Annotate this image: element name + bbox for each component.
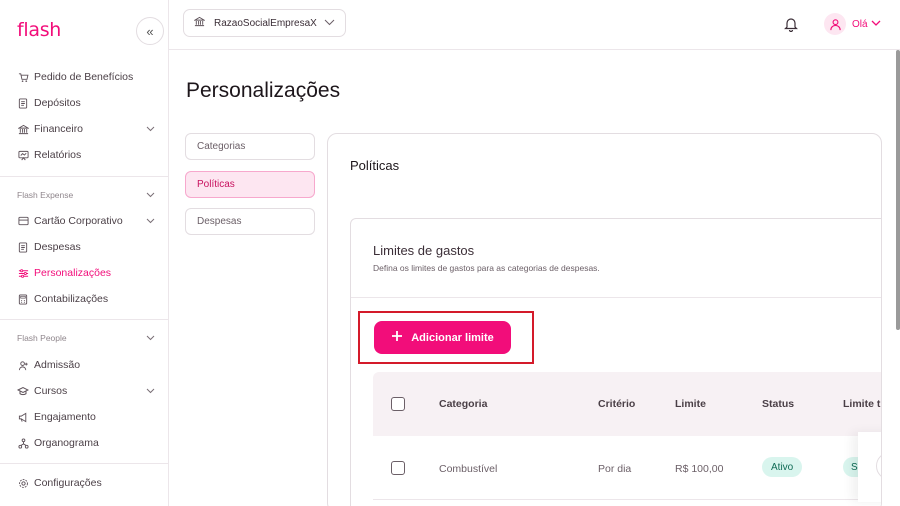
sidebar-item-pedido-beneficios[interactable]: Pedido de Benefícios — [17, 68, 157, 86]
sidebar-item-admissao[interactable]: Admissão — [17, 356, 157, 374]
chevron-down-icon — [146, 216, 155, 226]
sidebar-item-label: Contabilizações — [34, 293, 109, 305]
row-actions-column — [858, 432, 881, 502]
sidebar-item-despesas[interactable]: Despesas — [17, 238, 157, 256]
bell-icon[interactable] — [783, 16, 799, 33]
receipt-icon — [17, 97, 29, 109]
receipt-icon — [17, 241, 29, 253]
card-title: Limites de gastos — [373, 243, 475, 258]
sidebar-item-label: Organograma — [34, 437, 99, 449]
user-plus-icon — [17, 359, 29, 371]
more-options-button[interactable] — [876, 452, 881, 480]
sidebar-item-engajamento[interactable]: Engajamento — [17, 408, 157, 426]
sidebar-item-configuracoes[interactable]: Configurações — [17, 474, 157, 492]
flash-logo[interactable]: flash — [17, 19, 61, 41]
sidebar-item-cartao-corporativo[interactable]: Cartão Corporativo — [17, 212, 157, 230]
add-limit-label: Adicionar limite — [411, 331, 494, 344]
header-criterio[interactable]: Critério — [598, 398, 635, 410]
calculator-icon — [17, 293, 29, 305]
sidebar-item-label: Financeiro — [34, 123, 84, 135]
header-limite[interactable]: Limite — [675, 398, 706, 410]
tab-despesas[interactable]: Despesas — [185, 208, 315, 235]
user-greeting: Olá — [852, 18, 868, 30]
section-flash-people[interactable]: Flash People — [17, 333, 157, 343]
chevron-down-icon — [146, 124, 155, 134]
sidebar-item-contabilizacoes[interactable]: Contabilizações — [17, 290, 157, 308]
page-scrollbar[interactable] — [896, 50, 900, 330]
collapse-sidebar-button[interactable]: « — [136, 17, 164, 45]
user-menu[interactable]: Olá — [824, 13, 881, 35]
plus-icon — [391, 329, 403, 347]
section-label: Flash People — [17, 333, 67, 343]
tab-politicas[interactable]: Políticas — [185, 171, 315, 198]
company-name: RazaoSocialEmpresaX — [214, 17, 317, 29]
top-bar: RazaoSocialEmpresaX Olá — [169, 0, 900, 50]
bank-icon — [17, 123, 29, 135]
add-limit-button[interactable]: Adicionar limite — [374, 321, 511, 354]
section-label: Flash Expense — [17, 190, 74, 200]
sidebar-item-label: Cursos — [34, 385, 68, 397]
org-chart-icon — [17, 437, 29, 449]
chevron-down-icon — [146, 333, 155, 343]
sidebar-item-organograma[interactable]: Organograma — [17, 434, 157, 452]
cell-categoria: Combustível — [439, 463, 498, 475]
cell-criterio: Por dia — [598, 463, 632, 475]
card-icon — [17, 215, 29, 227]
sidebar-item-label: Engajamento — [34, 411, 96, 423]
sidebar-item-label: Configurações — [34, 477, 102, 489]
chevron-down-icon — [146, 386, 155, 396]
sidebar-item-label: Despesas — [34, 241, 81, 253]
select-all-checkbox[interactable] — [391, 397, 405, 411]
sidebar: flash « Pedido de Benefícios Depósitos F… — [0, 0, 169, 506]
limits-table: Categoria Critério Limite Status Limite … — [373, 372, 881, 506]
sidebar-item-relatorios[interactable]: Relatórios — [17, 146, 157, 164]
graduation-icon — [17, 385, 29, 397]
table-header: Categoria Critério Limite Status Limite … — [373, 372, 881, 436]
chevron-down-icon — [146, 190, 155, 200]
sliders-icon — [17, 267, 29, 279]
card-description: Defina os limites de gastos para as cate… — [373, 263, 600, 273]
avatar — [824, 13, 846, 35]
policies-panel: Políticas Limites de gastos Defina os li… — [327, 133, 882, 506]
header-categoria[interactable]: Categoria — [439, 398, 487, 410]
sidebar-item-financeiro[interactable]: Financeiro — [17, 120, 157, 138]
company-selector[interactable]: RazaoSocialEmpresaX — [183, 9, 346, 37]
sidebar-item-label: Depósitos — [34, 97, 81, 109]
table-row: Combustível Por dia R$ 100,00 Ativo Si — [373, 436, 881, 500]
header-status[interactable]: Status — [762, 398, 794, 410]
page-title: Personalizações — [186, 79, 341, 102]
sidebar-item-cursos[interactable]: Cursos — [17, 382, 157, 400]
user-icon — [829, 18, 841, 30]
sidebar-divider — [0, 463, 168, 464]
sidebar-item-label: Cartão Corporativo — [34, 215, 123, 227]
sidebar-divider — [0, 176, 168, 177]
sidebar-divider — [0, 319, 168, 320]
gear-icon — [17, 477, 29, 489]
cell-limite: R$ 100,00 — [675, 463, 724, 475]
cart-icon — [17, 71, 29, 83]
report-icon — [17, 149, 29, 161]
building-icon — [193, 16, 206, 30]
card-divider — [351, 297, 881, 298]
sidebar-item-label: Relatórios — [34, 149, 82, 161]
row-checkbox[interactable] — [391, 461, 405, 475]
sidebar-item-personalizacoes[interactable]: Personalizações — [17, 264, 157, 282]
section-flash-expense[interactable]: Flash Expense — [17, 190, 157, 200]
spending-limits-card: Limites de gastos Defina os limites de g… — [350, 218, 881, 506]
double-chevron-left-icon: « — [146, 23, 154, 39]
sidebar-item-label: Personalizações — [34, 267, 112, 279]
header-limite-travado[interactable]: Limite trav — [843, 398, 881, 410]
chevron-down-icon — [324, 18, 335, 29]
sidebar-item-depositos[interactable]: Depósitos — [17, 94, 157, 112]
panel-title: Políticas — [350, 158, 400, 173]
sidebar-item-label: Pedido de Benefícios — [34, 71, 134, 83]
megaphone-icon — [17, 411, 29, 423]
chevron-down-icon — [871, 19, 881, 30]
sidebar-item-label: Admissão — [34, 359, 81, 371]
tab-categorias[interactable]: Categorias — [185, 133, 315, 160]
status-badge: Ativo — [762, 457, 803, 477]
